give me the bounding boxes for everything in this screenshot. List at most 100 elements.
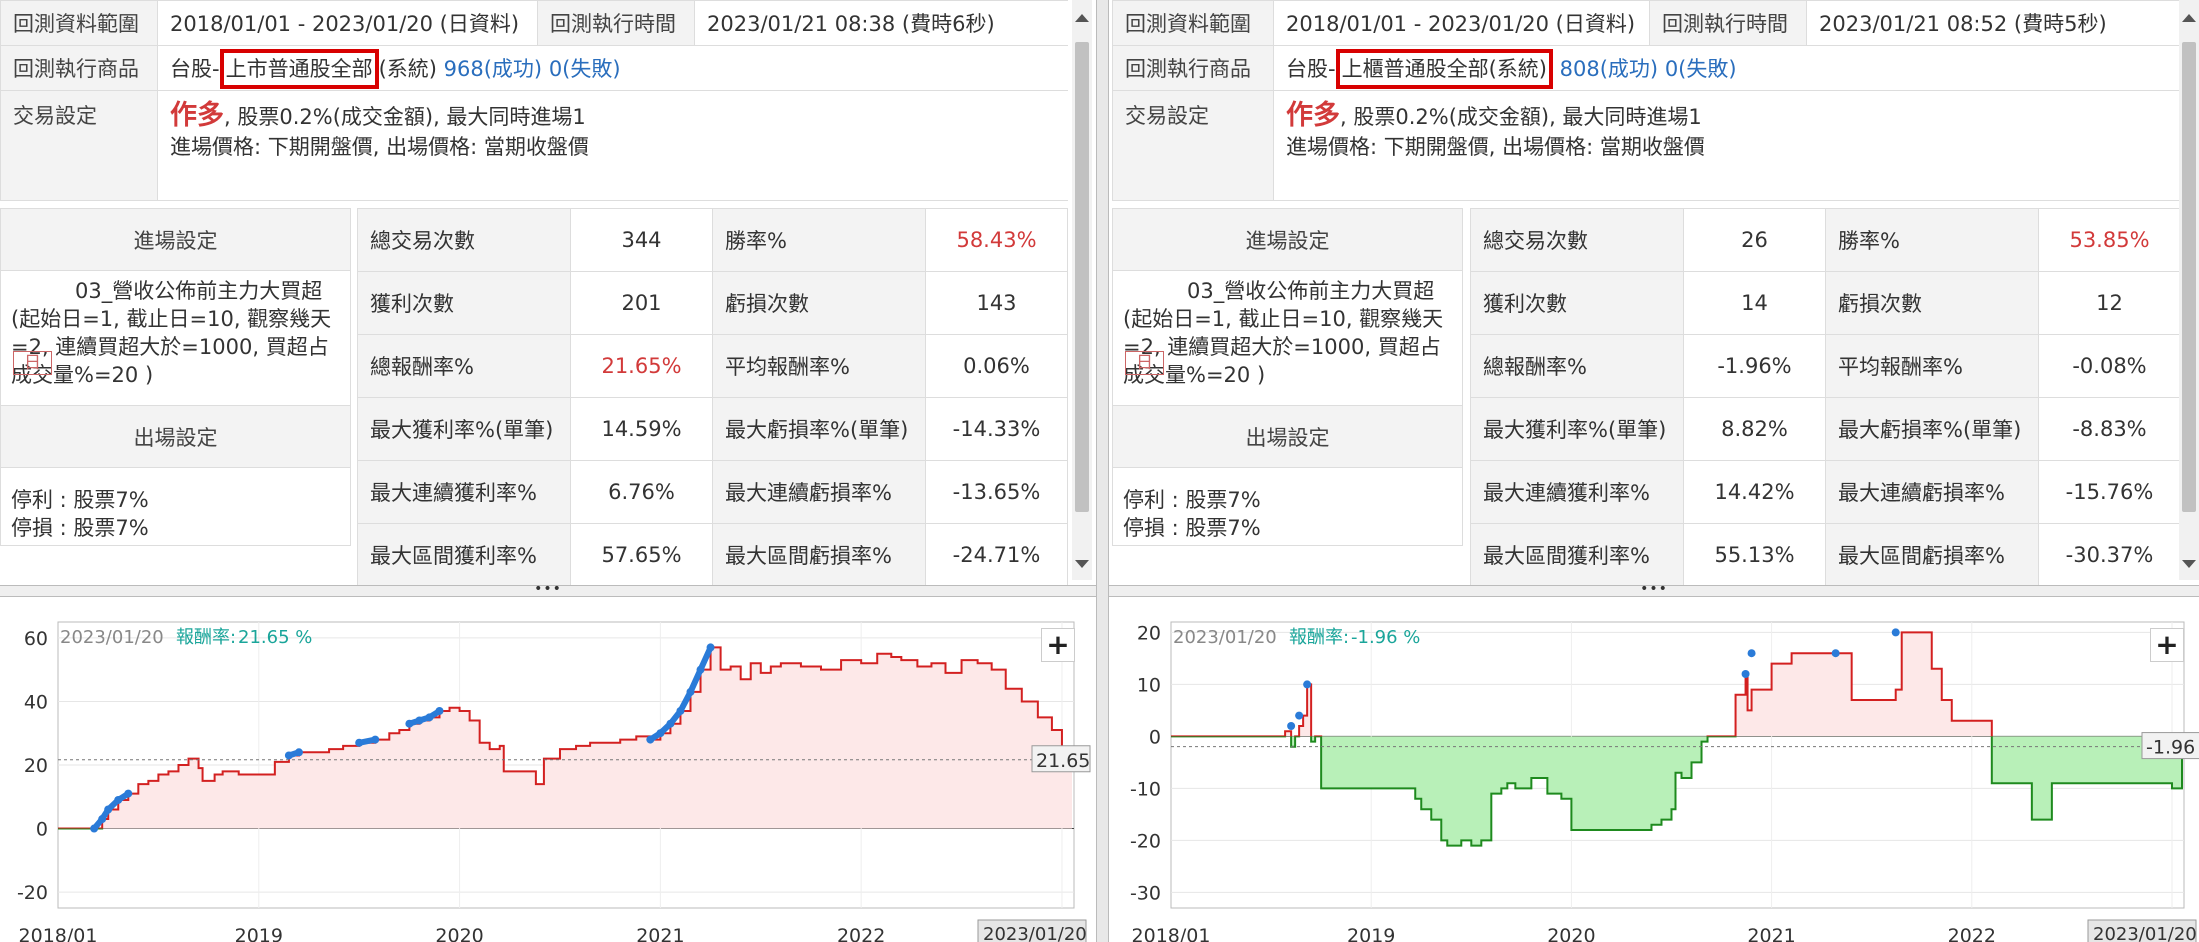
chart-date-label: 2023/01/20 — [60, 627, 164, 648]
product-dash: - — [1328, 57, 1336, 81]
trade-price-text: 進場價格: 下期開盤價, 出場價格: 當期收盤價 — [170, 135, 589, 159]
stat-max-range-win-label: 最大區間獲利率% — [357, 523, 571, 585]
product-highlight-box: 上櫃普通股全部(系統) — [1335, 49, 1553, 89]
trade-fee-text: , 股票0.2%(成交金額), 最大同時進場1 — [224, 105, 586, 129]
stat-max-range-loss: -24.71% — [925, 523, 1068, 585]
cursor-date-label: 2023/01/20 — [2093, 924, 2197, 942]
stat-loss-count: 143 — [925, 271, 1068, 335]
scroll-up-arrow-icon[interactable] — [2182, 14, 2196, 22]
stat-max-consec-win-label: 最大連續獲利率% — [1470, 460, 1684, 524]
scroll-up-arrow-icon[interactable] — [1075, 14, 1089, 22]
fail-count-link[interactable]: 0(失敗) — [1665, 57, 1737, 81]
product-label: 回測執行商品 — [0, 45, 158, 91]
right-scrollbar[interactable] — [2179, 0, 2199, 580]
left-pane-splitter[interactable]: ••• — [0, 582, 1096, 597]
left-info-table: 回測資料範圍 2018/01/01 - 2023/01/20 (日資料) 回測執… — [0, 0, 1068, 201]
day-tag: 日 — [13, 351, 52, 375]
range-label: 回測資料範圍 — [1112, 0, 1274, 46]
range-value: 2018/01/01 - 2023/01/20 (日資料) — [1273, 0, 1650, 46]
stat-max-loss-label: 最大虧損率%(單筆) — [1825, 397, 2039, 461]
trade-label: 交易設定 — [1112, 90, 1274, 201]
exec-time-value: 2023/01/21 08:52 (費時5秒) — [1806, 0, 2180, 46]
stat-max-range-loss-label: 最大區間虧損率% — [712, 523, 926, 585]
stop-profit-text: 停利 : 股票7% — [11, 488, 149, 512]
stat-win-count-label: 獲利次數 — [1470, 271, 1684, 335]
stat-max-consec-win-label: 最大連續獲利率% — [357, 460, 571, 524]
stat-max-consec-loss-label: 最大連續虧損率% — [712, 460, 926, 524]
x-tick-label: 2021 — [1747, 925, 1795, 942]
success-count-link[interactable]: 968(成功) — [444, 57, 542, 81]
stat-total-trades-label: 總交易次數 — [1470, 208, 1684, 272]
y-tick-label: 20 — [24, 755, 48, 777]
trade-marker — [1303, 680, 1312, 689]
left-settings-table: 進場設定 日 03_營收公佈前主力大買超(起始日=1, 截止日=10, 觀察幾天=… — [0, 208, 351, 546]
stat-max-loss-label: 最大虧損率%(單筆) — [712, 397, 926, 461]
exit-settings-header: 出場設定 — [1112, 405, 1463, 468]
stat-max-range-loss-label: 最大區間虧損率% — [1825, 523, 2039, 585]
stat-total-return: 21.65% — [570, 334, 713, 398]
entry-condition-text: 03_營收公佈前主力大買超(起始日=1, 截止日=10, 觀察幾天=2, 連續買… — [1123, 279, 1444, 387]
y-tick-label: 40 — [24, 691, 48, 713]
left-stats-table: 總交易次數 344 勝率% 58.43% 獲利次數 201 虧損次數 143 總… — [357, 208, 1068, 585]
x-tick-label: 2020 — [1547, 925, 1595, 942]
y-tick-label: 20 — [1137, 622, 1161, 644]
left-equity-chart: 6040200-202018/0120192020202120222023202… — [0, 598, 1096, 942]
trade-price-text: 進場價格: 下期開盤價, 出場價格: 當期收盤價 — [1286, 135, 1705, 159]
stat-max-consec-loss-label: 最大連續虧損率% — [1825, 460, 2039, 524]
x-tick-label: 2020 — [435, 925, 483, 942]
product-market: 台股 — [1286, 57, 1328, 81]
entry-settings-header: 進場設定 — [1112, 208, 1463, 271]
success-count-link[interactable]: 808(成功) — [1560, 57, 1658, 81]
entry-condition-cell: 日 03_營收公佈前主力大買超(起始日=1, 截止日=10, 觀察幾天=2, 連續… — [1112, 270, 1463, 406]
y-tick-label: -30 — [1130, 882, 1161, 904]
left-chart-svg: 6040200-202018/0120192020202120222023202… — [17, 621, 1091, 942]
stat-loss-count-label: 虧損次數 — [712, 271, 926, 335]
x-tick-label: 2018/01 — [19, 925, 98, 942]
x-tick-label: 2019 — [235, 925, 283, 942]
left-scrollbar[interactable] — [1072, 0, 1092, 580]
y-tick-label: 10 — [1137, 674, 1161, 696]
exit-condition-cell: 停利 : 股票7% 停損 : 股票7% — [0, 467, 351, 546]
stat-win-rate-label: 勝率% — [712, 208, 926, 272]
trade-fee-text: , 股票0.2%(成交金額), 最大同時進場1 — [1340, 105, 1702, 129]
zoom-plus-button[interactable]: + — [1041, 628, 1075, 662]
right-backtest-panel: 回測資料範圍 2018/01/01 - 2023/01/20 (日資料) 回測執… — [1109, 0, 2199, 942]
right-equity-chart: 20 10 0 -10 -20 -30 2018/01 2019 2020 2021 2022 202… — [1109, 598, 2199, 942]
y-tick-label: -10 — [1130, 778, 1161, 800]
panel-divider[interactable] — [1096, 0, 1109, 942]
direction-long: 作多 — [1286, 100, 1340, 131]
stat-win-count: 201 — [570, 271, 713, 335]
trade-marker-strip — [356, 736, 379, 746]
exec-time-label: 回測執行時間 — [537, 0, 695, 46]
fail-count-link[interactable]: 0(失敗) — [549, 57, 621, 81]
end-value-label: 21.65 — [1036, 750, 1090, 772]
product-value: 台股- 上櫃普通股全部(系統) 808(成功) 0(失敗) — [1273, 45, 2180, 91]
right-pane-splitter[interactable]: ••• — [1109, 582, 2199, 597]
exit-condition-cell: 停利 : 股票7% 停損 : 股票7% — [1112, 467, 1463, 546]
end-value-label: -1.96 — [2146, 737, 2195, 759]
stat-max-win: 14.59% — [570, 397, 713, 461]
scroll-down-arrow-icon[interactable] — [1075, 560, 1089, 568]
scroll-down-arrow-icon[interactable] — [2182, 560, 2196, 568]
y-tick-label: 0 — [1149, 726, 1161, 748]
stat-avg-return-label: 平均報酬率% — [712, 334, 926, 398]
x-tick-label: 2021 — [636, 925, 684, 942]
entry-settings-header: 進場設定 — [0, 208, 351, 271]
stat-total-trades: 344 — [570, 208, 713, 272]
product-dash: - — [212, 57, 220, 81]
scroll-thumb[interactable] — [1075, 42, 1089, 512]
stat-max-loss: -14.33% — [925, 397, 1068, 461]
y-tick-label: 60 — [24, 628, 48, 650]
right-report-area: 回測資料範圍 2018/01/01 - 2023/01/20 (日資料) 回測執… — [1112, 0, 2180, 585]
cursor-date-label: 2023/01/20 — [983, 924, 1087, 942]
stat-loss-count: 12 — [2038, 271, 2180, 335]
stat-avg-return-label: 平均報酬率% — [1825, 334, 2039, 398]
trade-value: 作多, 股票0.2%(成交金額), 最大同時進場1 進場價格: 下期開盤價, 出… — [157, 90, 1068, 201]
scroll-thumb[interactable] — [2182, 42, 2196, 512]
zoom-plus-button[interactable]: + — [2150, 628, 2184, 662]
stat-max-range-win: 55.13% — [1683, 523, 1826, 585]
stat-max-loss: -8.83% — [2038, 397, 2180, 461]
stat-win-count-label: 獲利次數 — [357, 271, 571, 335]
product-value: 台股- 上市普通股全部 (系統) 968(成功) 0(失敗) — [157, 45, 1068, 91]
right-info-table: 回測資料範圍 2018/01/01 - 2023/01/20 (日資料) 回測執… — [1112, 0, 2180, 201]
